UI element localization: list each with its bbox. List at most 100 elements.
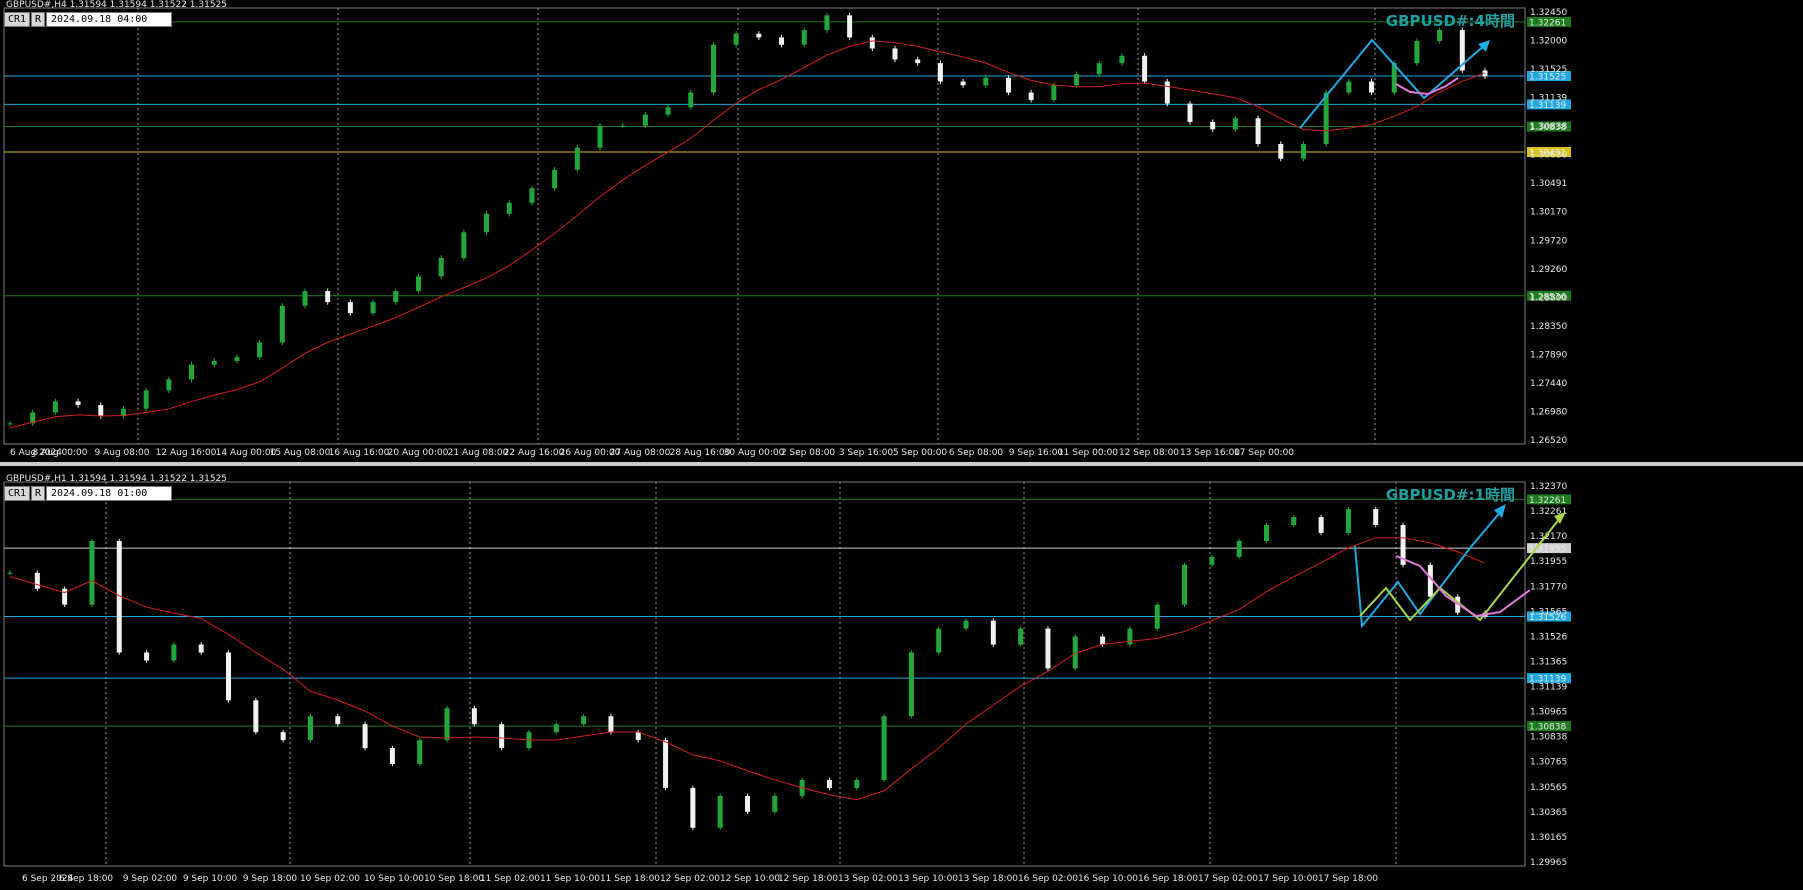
candle-body <box>553 724 559 733</box>
price-axis-label: 1.30491 <box>1530 179 1567 189</box>
candle-body <box>1005 77 1011 93</box>
time-axis-label: 10 Sep 18:00 <box>424 874 484 884</box>
time-axis-label: 21 Aug 08:00 <box>448 448 509 458</box>
candle-body <box>198 644 204 653</box>
candle-body <box>881 716 887 780</box>
time-axis-label: 3 Sep 16:00 <box>839 448 894 458</box>
time-axis-label: 16 Aug 16:00 <box>329 448 390 458</box>
price-axis-label: 1.27890 <box>1530 350 1567 360</box>
cr1-button[interactable]: CR1 <box>4 486 30 501</box>
price-axis-label: 1.31955 <box>1530 557 1567 567</box>
time-axis-label: 12 Sep 02:00 <box>660 874 720 884</box>
time-axis-label: 5 Sep 00:00 <box>893 448 948 458</box>
candle-body <box>1369 81 1375 93</box>
candle-body <box>1164 81 1170 104</box>
time-axis-label: 6 Sep 08:00 <box>949 448 1004 458</box>
candle-body <box>869 37 875 49</box>
candle-body <box>257 342 263 358</box>
cr1-button[interactable]: CR1 <box>4 12 30 27</box>
plot-frame <box>3 481 1526 867</box>
candle-body <box>1187 103 1193 122</box>
time-axis-label: 9 Sep 10:00 <box>183 874 238 884</box>
price-axis-label: 1.26980 <box>1530 407 1567 417</box>
candle-body <box>1300 144 1306 159</box>
candle-body <box>690 787 696 828</box>
time-axis-label: 30 Aug 00:00 <box>724 448 785 458</box>
candle-body <box>1210 121 1216 130</box>
price-axis-label: 1.28350 <box>1530 322 1567 332</box>
time-axis-label: 10 Sep 10:00 <box>364 874 424 884</box>
candle-body <box>393 291 399 303</box>
candle-body <box>733 33 739 45</box>
time-axis-label: 9 Sep 16:00 <box>1009 448 1064 458</box>
r-button[interactable]: R <box>31 12 45 27</box>
candle-body <box>75 401 81 406</box>
time-axis-label: 13 Sep 10:00 <box>898 874 958 884</box>
candle-body <box>417 740 423 765</box>
candle-body <box>499 724 505 749</box>
time-axis-label: 13 Sep 18:00 <box>958 874 1018 884</box>
h4-chart[interactable]: 1.322611.315251.311391.308381.304911.285… <box>0 0 1803 462</box>
time-axis-label: 12 Sep 10:00 <box>720 874 780 884</box>
candle-body <box>847 15 853 38</box>
time-axis-label: 27 Aug 08:00 <box>610 448 671 458</box>
candle-body <box>779 37 785 45</box>
candle-body <box>307 716 313 741</box>
candle-body <box>1255 118 1261 145</box>
candle-body <box>471 708 477 725</box>
symbol-info: GBPUSD#,H1 1.31594 1.31594 1.31522 1.315… <box>6 474 227 484</box>
candle-body <box>389 748 395 765</box>
price-axis-label: 1.30165 <box>1530 833 1567 843</box>
time-axis-label: 17 Sep 00:00 <box>1234 448 1294 458</box>
candle-body <box>144 652 150 661</box>
time-axis-label: 13 Sep 16:00 <box>1180 448 1240 458</box>
candle-body <box>226 652 232 701</box>
candle-body <box>347 302 353 314</box>
candle-body <box>234 357 240 361</box>
r-button[interactable]: R <box>31 486 45 501</box>
candle-body <box>7 423 13 425</box>
candle-body <box>710 44 716 93</box>
candle-body <box>635 732 641 741</box>
candle-body <box>801 30 807 45</box>
time-axis-label: 16 Sep 18:00 <box>1138 874 1198 884</box>
candle-body <box>826 779 832 788</box>
price-axis-label: 1.31525 <box>1530 65 1567 75</box>
price-axis-label: 1.27440 <box>1530 379 1567 389</box>
candle-body <box>824 15 830 31</box>
candle-body <box>745 795 750 812</box>
candle-body <box>581 716 587 725</box>
time-axis-label: 14 Aug 00:00 <box>216 448 277 458</box>
time-axis-label: 10 Sep 02:00 <box>300 874 360 884</box>
time-axis-label: 9 Sep 18:00 <box>243 874 298 884</box>
candle-body <box>1373 509 1379 526</box>
price-axis-label: 1.31526 <box>1530 632 1567 642</box>
candle-body <box>1182 564 1188 605</box>
h1-chart[interactable]: 1.32261 1.31955 1.31526 1.31139 1.30838 1.323… <box>0 466 1803 890</box>
candle-body <box>937 63 943 82</box>
candle-body <box>1028 92 1034 100</box>
candle-body <box>1278 144 1284 159</box>
candle-body <box>89 540 95 605</box>
candle-body <box>438 257 444 277</box>
price-axis-label: 1.30365 <box>1530 808 1567 818</box>
time-axis-label: 2 Sep 08:00 <box>781 448 836 458</box>
h4-chart-pane[interactable]: 1.32261 1.31525 1.31139 1.30838 1.30491 1.285… <box>0 0 1803 465</box>
h1-chart-pane[interactable]: 1.32261 1.31955 1.31526 1.31139 1.30838 1.323… <box>0 466 1803 890</box>
candle-body <box>444 708 450 741</box>
candle-body <box>772 795 778 812</box>
price-axis-label: 1.30965 <box>1530 708 1567 718</box>
candle-body <box>1119 55 1125 64</box>
candle-body <box>1051 85 1057 100</box>
candle-body <box>302 291 308 306</box>
candle-body <box>171 644 177 661</box>
time-axis-label: 17 Sep 18:00 <box>1318 874 1378 884</box>
candle-body <box>1232 118 1238 130</box>
chart-title: GBPUSD#:1時間 <box>1386 486 1515 504</box>
candle-body <box>166 379 172 391</box>
candle-body <box>335 716 341 725</box>
candle-body <box>325 291 331 303</box>
time-axis-label: 12 Sep 18:00 <box>778 874 838 884</box>
time-axis-label: 17 Sep 02:00 <box>1198 874 1258 884</box>
candle-body <box>1323 92 1329 145</box>
